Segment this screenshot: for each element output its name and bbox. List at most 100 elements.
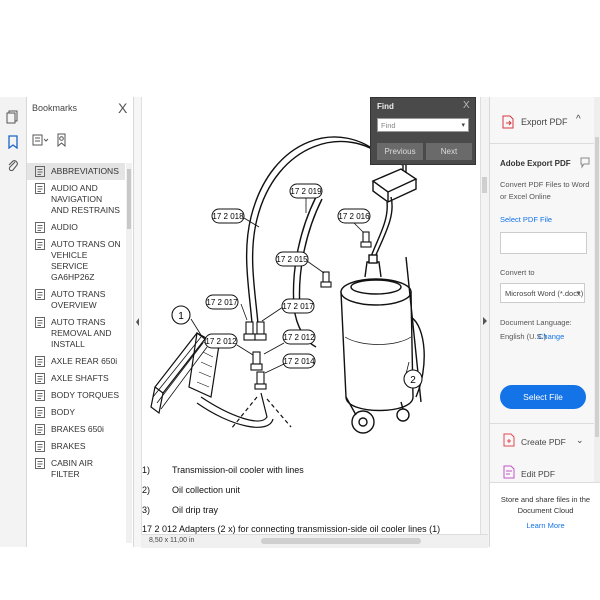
bookmark-page-icon [35,458,45,469]
legend-number: 1) [142,465,151,475]
bookmark-label: BODY [51,407,76,417]
part-callout-label: 17 2 012 [205,337,237,346]
find-title: Find [377,102,394,111]
export-pdf-header[interactable]: Export PDF ^ [490,107,590,137]
bookmark-item[interactable]: BRAKES [27,438,125,455]
bookmark-options-icon[interactable] [32,134,49,146]
callout-number-1: 1 [178,311,184,322]
convert-format-value: Microsoft Word (*.docx) [505,289,584,298]
part-callout: 17 2 017 [205,294,239,310]
change-language-link[interactable]: Change [538,332,564,341]
legend-text: Transmission-oil cooler with lines [172,465,304,475]
oil-drip-tray [371,163,418,203]
find-next-button[interactable]: Next [426,143,472,160]
legend-row: 3) Oil drip tray [142,505,218,515]
bookmarks-toolbar [32,133,72,152]
bookmark-icon[interactable] [6,135,20,149]
bookmark-page-icon [35,373,45,384]
bookmark-page-icon [35,239,45,250]
legend-text: Oil collection unit [172,485,241,495]
bookmark-item[interactable]: AXLE SHAFTS [27,370,125,387]
find-input[interactable]: Find ▾ [377,118,469,132]
bookmark-label: BODY TORQUES [51,390,120,400]
page-thumbnails-icon[interactable] [6,110,20,124]
part-callout: 17 2 016 [337,208,371,224]
bookmark-label: BRAKES 650i [51,424,104,434]
create-pdf-icon [503,433,515,447]
bookmark-page-icon [35,289,45,300]
bookmark-label: AXLE SHAFTS [51,373,109,383]
collapse-export-chevron-icon[interactable]: ^ [576,114,581,125]
caption-adapters: 17 2 012 Adapters (2 x) for connecting t… [142,524,441,534]
select-pdf-link[interactable]: Select PDF File [500,215,552,224]
bookmark-item[interactable]: AXLE REAR 650i [27,353,125,370]
part-callout-label: 17 2 017 [206,298,238,307]
bookmark-label: AUDIO [51,222,78,232]
export-pdf-title: Export PDF [521,117,568,127]
bookmarks-title: Bookmarks [32,103,78,113]
bookmark-page-icon [35,356,45,367]
close-find-button[interactable]: X [463,100,470,111]
bookmark-label: ABBREVIATIONS [51,166,119,176]
part-callout: 17 2 012 [282,329,316,345]
bookmark-item[interactable]: BRAKES 650i [27,421,125,438]
bookmark-label: AUDIO AND NAVIGATION AND RESTRAINS [51,183,120,215]
legend-number: 3) [142,505,151,515]
bookmark-page-icon [35,424,45,435]
bookmark-item[interactable]: ABBREVIATIONS [27,163,125,180]
part-callout-label: 17 2 012 [283,333,315,342]
bookmark-item[interactable]: AUDIO [27,219,125,236]
legend-number: 2) [142,485,151,495]
bookmark-item[interactable]: AUTO TRANS ON VEHICLE SERVICE GA6HP26Z [27,236,125,286]
create-pdf-tool[interactable]: Create PDF [521,437,566,447]
document-language-label: Document Language: [500,318,572,327]
bookmark-item[interactable]: CABIN AIR FILTER [27,455,125,483]
bookmark-item[interactable]: AUDIO AND NAVIGATION AND RESTRAINS [27,180,125,219]
legend-row: 1) Transmission-oil cooler with lines [142,465,304,475]
legend-row: 2) Oil collection unit [142,485,240,495]
convert-format-select[interactable]: Microsoft Word (*.docx) ▾ [500,283,585,303]
bookmark-page-icon [35,166,45,177]
bookmarks-list: ABBREVIATIONS AUDIO AND NAVIGATION AND RE… [27,163,125,541]
horizontal-scrollbar[interactable] [261,538,421,544]
bookmarks-scrollbar[interactable] [126,163,132,543]
selected-pdf-field[interactable] [500,232,587,254]
document-status-bar: 8,50 x 11,00 in [141,534,488,548]
create-pdf-chevron-icon[interactable]: ⌄ [576,435,584,446]
bookmark-item[interactable]: BODY TORQUES [27,387,125,404]
bookmark-label: AUTO TRANS REMOVAL AND INSTALL [51,317,112,349]
part-callout-label: 17 2 015 [276,255,308,264]
bookmark-page-icon [35,390,45,401]
find-dialog: Find X Find ▾ Previous Next [370,97,476,165]
part-callout-label: 17 2 014 [283,357,315,366]
bookmarks-panel: Bookmarks X ABBREVIATIONS AUDIO AND NAVIG… [27,97,134,547]
bookmark-item[interactable]: BODY [27,404,125,421]
learn-more-link[interactable]: Learn More [490,521,600,530]
find-placeholder: Find [381,121,396,130]
bookmark-item[interactable]: AUTO TRANS REMOVAL AND INSTALL [27,314,125,353]
attachment-icon[interactable] [6,159,20,173]
comment-icon[interactable] [580,157,590,169]
bookmark-label: CABIN AIR FILTER [51,458,94,479]
find-options-dropdown-icon[interactable]: ▾ [461,119,465,133]
find-previous-button[interactable]: Previous [377,143,423,160]
part-callout-label: 17 2 016 [338,212,370,221]
close-bookmarks-button[interactable]: X [118,100,127,116]
legend-text: Oil drip tray [172,505,219,515]
bookmark-label: AXLE REAR 650i [51,356,118,366]
edit-pdf-tool[interactable]: Edit PDF [521,469,555,479]
format-dropdown-icon: ▾ [576,290,580,297]
bookmark-page-icon [35,222,45,233]
part-callout-label: 17 2 017 [282,302,314,311]
part-callout: 17 2 017 [281,298,315,314]
right-pane-scrollbar[interactable] [594,97,600,482]
collapse-right-pane-handle[interactable] [480,97,489,547]
bookmark-page-icon [35,183,45,194]
select-file-button[interactable]: Select File [500,385,586,409]
cloud-promo-line-1: Store and share files in the [500,495,591,504]
find-bookmark-icon[interactable] [57,133,66,148]
bookmark-item[interactable]: AUTO TRANS OVERVIEW [27,286,125,314]
oil-collection-unit [340,254,425,434]
part-callout-label: 17 2 018 [212,212,244,221]
convert-to-label: Convert to [500,268,535,277]
